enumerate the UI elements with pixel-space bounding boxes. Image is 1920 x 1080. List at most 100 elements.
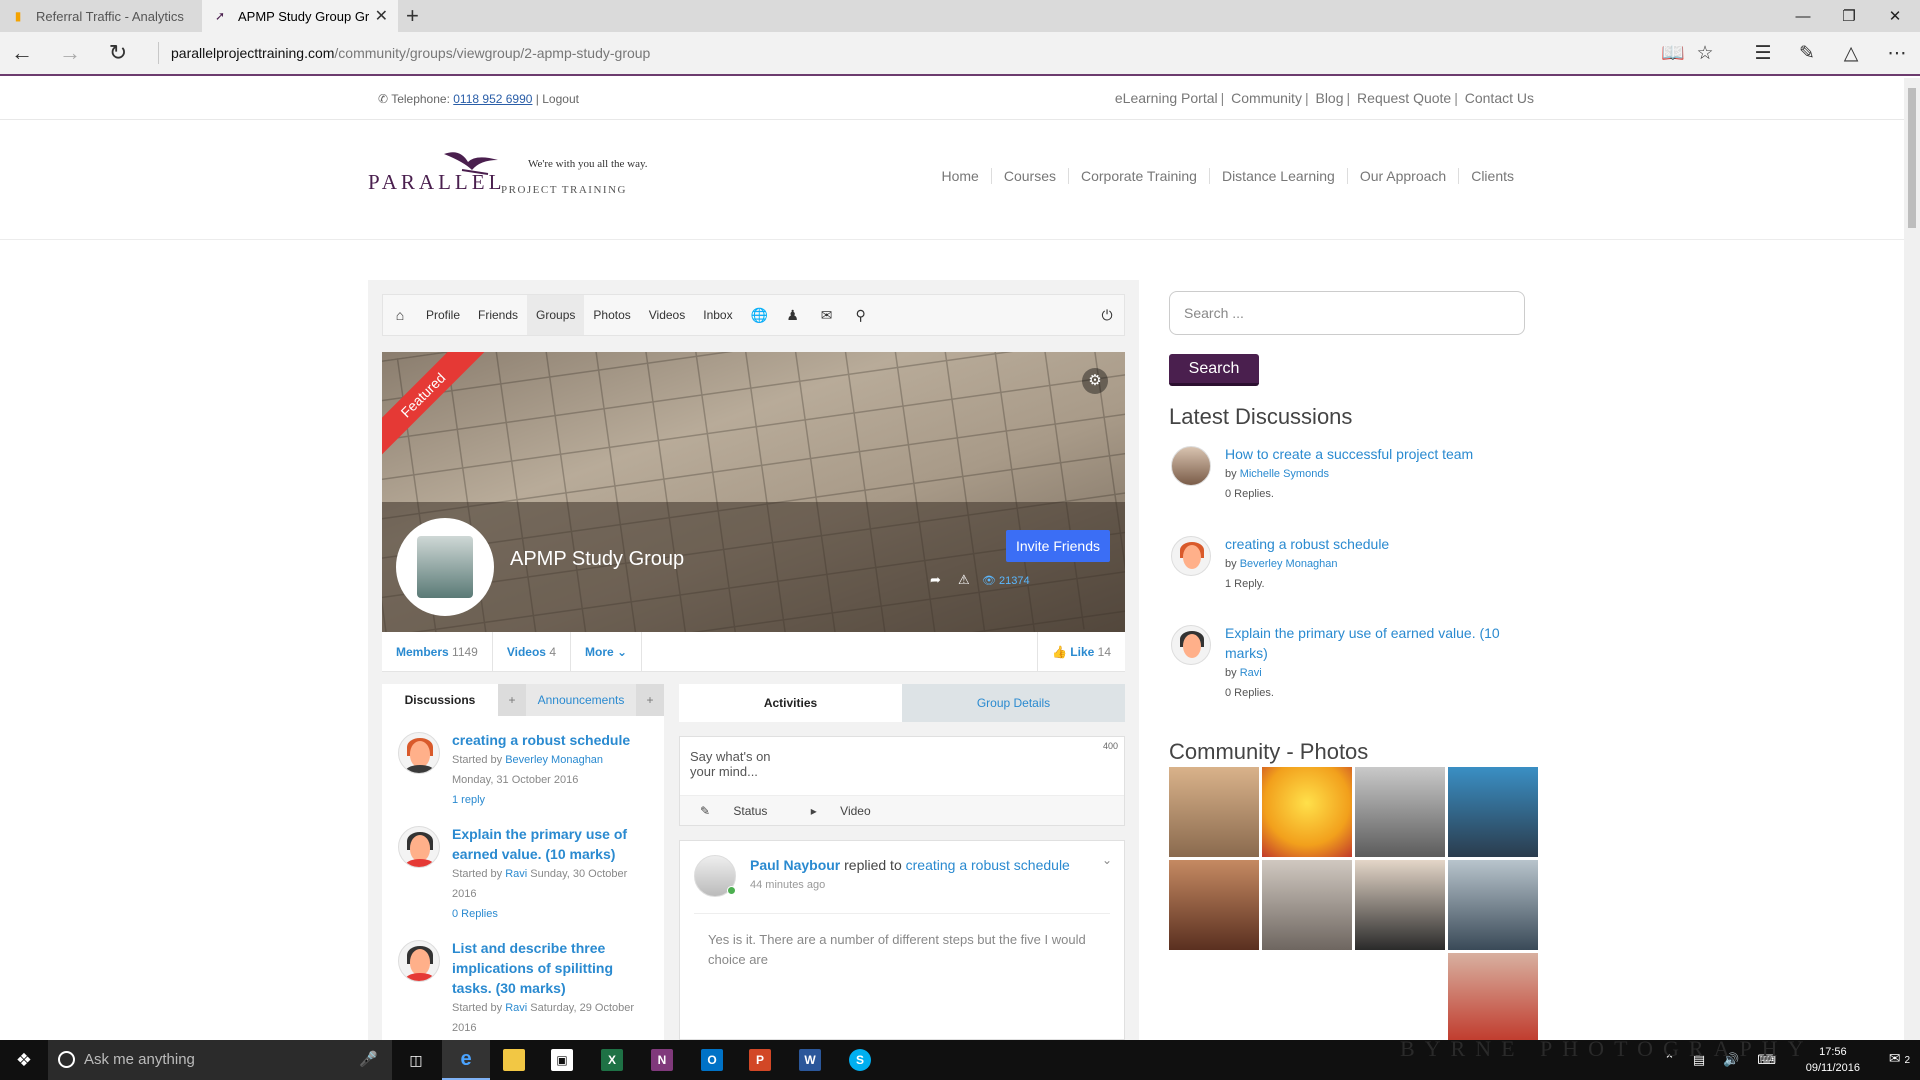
more-menu-icon[interactable]: ⋯ — [1876, 32, 1918, 74]
avatar[interactable] — [1171, 446, 1211, 486]
scrollbar-thumb[interactable] — [1908, 88, 1916, 228]
discussion-title-link[interactable]: List and describe three implications of … — [452, 938, 654, 998]
community-photo[interactable] — [1169, 767, 1259, 857]
share-icon[interactable]: ➦ — [930, 572, 941, 588]
windows-start-icon[interactable]: ❖ — [0, 1040, 48, 1080]
community-photo[interactable] — [1262, 767, 1352, 857]
toolbar-friends[interactable]: Friends — [469, 295, 527, 335]
close-window-button[interactable]: ✕ — [1872, 0, 1918, 32]
author-link[interactable]: Beverley Monaghan — [505, 754, 603, 766]
back-button[interactable]: ← — [0, 32, 44, 74]
tab-discussions[interactable]: Discussions — [382, 684, 498, 716]
video-button[interactable]: ▸ Video — [801, 804, 881, 818]
nav-corporate-training[interactable]: Corporate Training — [1068, 168, 1209, 184]
outlook-icon[interactable]: O — [688, 1040, 736, 1080]
request-quote-link[interactable]: Request Quote — [1357, 90, 1451, 106]
activity-user-link[interactable]: Paul Naybour — [750, 857, 840, 873]
logout-link[interactable]: Logout — [542, 92, 579, 106]
author-link[interactable]: Ravi — [505, 1002, 527, 1014]
videos-stat[interactable]: Videos 4 — [493, 631, 572, 672]
author-link[interactable]: Michelle Symonds — [1240, 468, 1329, 480]
community-photo[interactable] — [1355, 767, 1445, 857]
task-view-icon[interactable]: ◫ — [392, 1040, 440, 1080]
word-icon[interactable]: W — [786, 1040, 834, 1080]
community-photo[interactable] — [1448, 953, 1538, 1040]
like-button[interactable]: 👍 Like 14 — [1036, 631, 1125, 672]
latest-title-link[interactable]: How to create a successful project team — [1225, 444, 1505, 464]
hub-icon[interactable]: ☰ — [1742, 32, 1784, 74]
excel-icon[interactable]: X — [588, 1040, 636, 1080]
author-link[interactable]: Ravi — [505, 868, 527, 880]
new-tab-button[interactable]: + — [406, 3, 419, 29]
discussion-title-link[interactable]: creating a robust schedule — [452, 730, 654, 750]
elearning-portal-link[interactable]: eLearning Portal — [1115, 90, 1218, 106]
add-announcement-button[interactable]: + — [636, 684, 664, 716]
community-photo[interactable] — [1448, 767, 1538, 857]
tab-announcements[interactable]: Announcements — [526, 684, 636, 716]
action-center-icon[interactable]: ✉ 2 — [1889, 1050, 1910, 1067]
microphone-icon[interactable]: 🎤 — [359, 1040, 378, 1080]
tab-activities[interactable]: Activities — [679, 684, 902, 722]
community-photo[interactable] — [1262, 860, 1352, 950]
nav-clients[interactable]: Clients — [1458, 168, 1526, 184]
invite-friends-button[interactable]: Invite Friends — [1006, 530, 1110, 562]
tab-group-details[interactable]: Group Details — [902, 684, 1125, 722]
globe-icon[interactable]: 🌐 — [742, 295, 776, 335]
members-stat[interactable]: Members 1149 — [382, 631, 493, 672]
minimize-button[interactable]: — — [1780, 0, 1826, 32]
refresh-button[interactable]: ↻ — [96, 32, 140, 74]
onenote-icon[interactable]: N — [638, 1040, 686, 1080]
activity-target-link[interactable]: creating a robust schedule — [906, 857, 1070, 873]
chevron-down-icon[interactable]: ⌄ — [1102, 853, 1112, 867]
store-icon[interactable]: ▣ — [538, 1040, 586, 1080]
report-icon[interactable]: ⚠ — [958, 572, 970, 588]
replies-link[interactable]: 1 reply — [452, 790, 654, 810]
skype-icon[interactable]: S — [836, 1040, 884, 1080]
edge-app-icon[interactable]: e — [442, 1040, 490, 1080]
toolbar-photos[interactable]: Photos — [584, 295, 639, 335]
system-clock[interactable]: 17:56 09/11/2016 — [1806, 1044, 1860, 1076]
close-tab-icon[interactable]: ✕ — [375, 6, 388, 26]
discussion-title-link[interactable]: Explain the primary use of earned value.… — [452, 824, 654, 864]
powerpoint-icon[interactable]: P — [736, 1040, 784, 1080]
sidebar-search-button[interactable]: Search — [1169, 354, 1259, 386]
share-icon[interactable]: △ — [1830, 32, 1872, 74]
favorite-star-icon[interactable]: ☆ — [1684, 32, 1726, 74]
group-avatar[interactable] — [396, 518, 494, 616]
telephone-link[interactable]: 0118 952 6990 — [453, 92, 532, 106]
avatar[interactable] — [398, 732, 440, 774]
nav-distance-learning[interactable]: Distance Learning — [1208, 168, 1347, 184]
tab-referral-traffic[interactable]: ▮ Referral Traffic - Analytics — [0, 0, 202, 32]
status-composer[interactable]: Say what's on your mind... 400 ✎ Status … — [679, 736, 1125, 826]
avatar[interactable] — [398, 940, 440, 982]
home-icon[interactable]: ⌂ — [383, 295, 417, 335]
gear-icon[interactable]: ⚙ — [1082, 368, 1108, 394]
nav-home[interactable]: Home — [930, 168, 991, 184]
site-logo[interactable]: PARALLEL PROJECT TRAINING We're with you… — [368, 144, 678, 204]
contact-us-link[interactable]: Contact Us — [1465, 90, 1534, 106]
community-photo[interactable] — [1169, 860, 1259, 950]
blog-link[interactable]: Blog — [1315, 90, 1343, 106]
community-link[interactable]: Community — [1231, 90, 1302, 106]
toolbar-profile[interactable]: Profile — [417, 295, 469, 335]
forward-button[interactable]: → — [48, 32, 92, 74]
page-scrollbar[interactable] — [1904, 78, 1920, 1040]
toolbar-groups[interactable]: Groups — [527, 295, 585, 335]
envelope-icon[interactable]: ✉ — [810, 295, 844, 335]
power-icon[interactable]: ⏻ — [1090, 295, 1124, 335]
community-photo[interactable] — [1355, 860, 1445, 950]
file-explorer-icon[interactable] — [490, 1040, 538, 1080]
latest-title-link[interactable]: creating a robust schedule — [1225, 534, 1505, 554]
restore-button[interactable]: ❐ — [1826, 0, 1872, 32]
friend-request-icon[interactable]: ♟ — [776, 295, 810, 335]
author-link[interactable]: Beverley Monaghan — [1240, 558, 1338, 570]
author-link[interactable]: Ravi — [1240, 667, 1262, 679]
avatar[interactable] — [1171, 536, 1211, 576]
replies-link[interactable]: 0 Replies — [452, 904, 654, 924]
status-button[interactable]: ✎ Status — [690, 804, 777, 818]
avatar[interactable] — [694, 855, 736, 897]
add-discussion-button[interactable]: + — [498, 684, 526, 716]
tab-apmp-study-group[interactable]: ➚ APMP Study Group Gro ✕ — [202, 0, 398, 32]
search-icon[interactable]: ⚲ — [844, 295, 878, 335]
avatar[interactable] — [398, 826, 440, 868]
